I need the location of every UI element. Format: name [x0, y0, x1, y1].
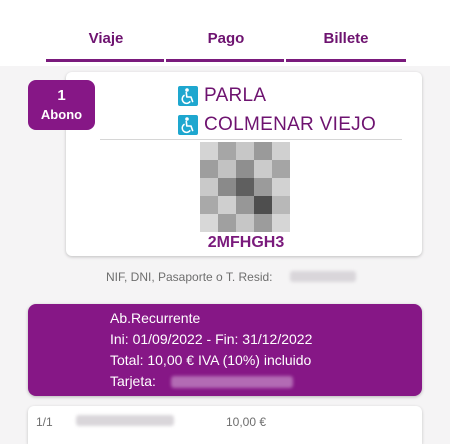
destination-name: COLMENAR VIEJO [204, 114, 377, 135]
line-item-row: 1/1 10,00 € [28, 406, 422, 444]
line-item-index: 1/1 [36, 415, 53, 429]
ticket-quantity: 1 [57, 87, 66, 104]
line-item-reference-redacted [76, 415, 174, 426]
tab-bar: Viaje Pago Billete [0, 0, 450, 66]
tab-viaje-underline [46, 59, 164, 62]
origin-name: PARLA [204, 85, 267, 106]
tab-pago[interactable]: Pago [166, 24, 286, 54]
wheelchair-icon [178, 86, 198, 106]
qr-code [200, 142, 290, 232]
document-row: NIF, DNI, Pasaporte o T. Resid: [0, 268, 450, 286]
origin-station: PARLA [178, 85, 398, 107]
ticket-quantity-badge: 1 Abono [28, 80, 95, 130]
wheelchair-icon [178, 115, 198, 135]
tab-viaje[interactable]: Viaje [46, 24, 166, 54]
document-label: NIF, DNI, Pasaporte o T. Resid: [106, 270, 273, 284]
tab-billete[interactable]: Billete [286, 24, 406, 54]
ticket-code: 2MFHGH3 [207, 234, 285, 251]
divider [100, 139, 402, 140]
ticket-type: Abono [40, 107, 83, 122]
tab-pago-underline [166, 59, 284, 62]
tab-billete-underline [286, 59, 406, 62]
validity-period: Ini: 01/09/2022 - Fin: 31/12/2022 [110, 331, 313, 347]
card-label: Tarjeta: [110, 373, 156, 389]
document-value-redacted [290, 271, 356, 282]
line-item-amount: 10,00 € [226, 415, 267, 429]
subscription-summary: Ab.Recurrente Ini: 01/09/2022 - Fin: 31/… [28, 304, 422, 396]
destination-station: COLMENAR VIEJO [178, 114, 398, 136]
total-amount: Total: 10,00 € IVA (10%) incluido [110, 352, 312, 368]
card-number-redacted [171, 376, 293, 388]
product-name: Ab.Recurrente [110, 310, 201, 326]
